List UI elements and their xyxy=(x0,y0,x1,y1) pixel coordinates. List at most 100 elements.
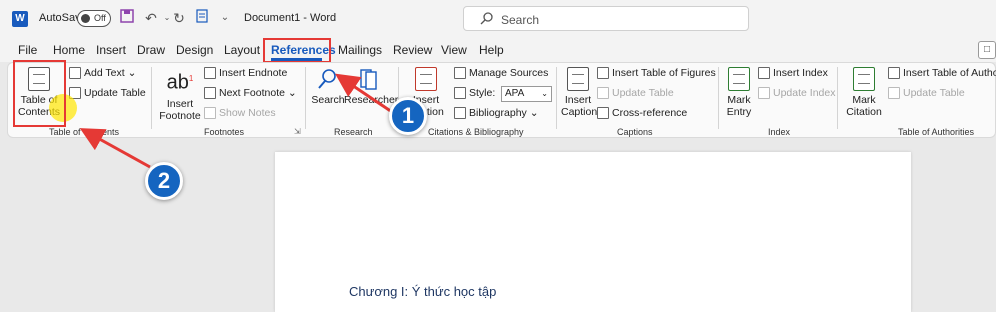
update-index-label: Update Index xyxy=(773,87,836,99)
insert-endnote-label: Insert Endnote xyxy=(219,67,288,79)
update-table-authorities-label: Update Table xyxy=(903,87,965,99)
style-label: Style: xyxy=(469,87,496,99)
insert-table-of-authorities-button[interactable]: Insert Table of Authoriti xyxy=(888,67,996,80)
separator xyxy=(837,67,838,129)
mark-citation-line2: Citation xyxy=(846,106,882,118)
update-table-figures-button[interactable]: Update Table xyxy=(597,87,674,100)
insert-index-label: Insert Index xyxy=(773,67,828,79)
tab-file[interactable]: File xyxy=(18,43,37,57)
researcher-icon xyxy=(344,67,392,91)
mark-entry-line2: Entry xyxy=(726,106,752,118)
table-of-figures-icon xyxy=(597,67,609,80)
tab-insert[interactable]: Insert xyxy=(96,43,126,57)
insert-table-of-figures-button[interactable]: Insert Table of Figures xyxy=(597,67,716,80)
group-label-footnotes: Footnotes xyxy=(204,127,245,137)
document-title: Document1 - Word xyxy=(244,12,337,24)
step-badge-1: 1 xyxy=(389,97,427,135)
tab-draw[interactable]: Draw xyxy=(137,43,165,57)
mark-citation-line1: Mark xyxy=(852,94,876,106)
quick-access-icon[interactable] xyxy=(193,9,211,27)
tab-home[interactable]: Home xyxy=(53,43,85,57)
word-logo-icon: W xyxy=(12,11,28,27)
style-label-wrap: Style: xyxy=(454,87,496,100)
separator xyxy=(556,67,557,129)
show-notes-button[interactable]: Show Notes xyxy=(204,107,276,120)
update-index-icon xyxy=(758,87,770,100)
search-placeholder: Search xyxy=(501,13,540,27)
group-label-research: Research xyxy=(334,127,373,137)
insert-footnote-line1: Insert xyxy=(166,97,194,110)
research-search-icon xyxy=(311,67,345,91)
tab-design[interactable]: Design xyxy=(176,43,213,57)
tab-review[interactable]: Review xyxy=(393,43,432,57)
mark-citation-button[interactable]: Mark Citation xyxy=(844,67,884,118)
cross-reference-icon xyxy=(597,107,609,120)
update-table-authorities-icon xyxy=(888,87,900,100)
group-label-citations: Citations & Bibliography xyxy=(428,127,524,137)
insert-endnote-button[interactable]: Insert Endnote xyxy=(204,67,288,80)
add-text-button[interactable]: Add Text ⌄ xyxy=(69,67,136,80)
next-footnote-icon xyxy=(204,87,216,100)
update-table-button[interactable]: Update Table xyxy=(69,87,146,100)
mark-citation-icon xyxy=(853,67,875,91)
document-heading[interactable]: Chương I: Ý thức học tập xyxy=(349,284,496,299)
insert-caption-button[interactable]: Insert Caption xyxy=(561,67,598,118)
customize-toolbar-icon[interactable]: ⌄ xyxy=(216,9,234,27)
save-icon[interactable] xyxy=(118,9,136,27)
update-table-authorities-button[interactable]: Update Table xyxy=(888,87,965,100)
insert-index-icon xyxy=(758,67,770,80)
autosave-toggle[interactable]: Off xyxy=(77,10,111,27)
researcher-button[interactable]: Researcher xyxy=(344,67,398,106)
manage-sources-label: Manage Sources xyxy=(469,67,549,79)
autosave-state: Off xyxy=(94,13,106,23)
update-table-label: Update Table xyxy=(84,87,146,99)
footnotes-dialog-launcher-icon[interactable]: ⇲ xyxy=(294,127,301,136)
search-box[interactable]: Search xyxy=(463,6,749,31)
cross-reference-label: Cross-reference xyxy=(612,107,688,119)
insert-caption-line2: Caption xyxy=(561,106,598,118)
next-footnote-button[interactable]: Next Footnote ⌄ xyxy=(204,87,297,100)
separator xyxy=(305,67,306,129)
mark-entry-button[interactable]: Mark Entry xyxy=(722,67,756,118)
style-icon xyxy=(454,87,466,100)
ribbon: Table of Contents Add Text ⌄ Update Tabl… xyxy=(7,62,996,138)
references-highlight-box xyxy=(263,38,331,63)
show-notes-label: Show Notes xyxy=(219,107,276,119)
bibliography-label: Bibliography xyxy=(469,107,527,119)
tab-mailings[interactable]: Mailings xyxy=(338,43,382,57)
title-bar: W AutoSave Off ↶ ⌄ ↻ ⌄ Document1 - Word … xyxy=(0,0,996,38)
search-button[interactable]: Search xyxy=(311,67,345,106)
insert-caption-line1: Insert xyxy=(564,94,592,106)
toc-highlight-box xyxy=(13,60,66,127)
manage-sources-button[interactable]: Manage Sources xyxy=(454,67,549,80)
search-label: Search xyxy=(311,94,345,106)
add-text-label: Add Text xyxy=(84,67,125,79)
add-text-icon xyxy=(69,67,81,80)
tab-help[interactable]: Help xyxy=(479,43,504,57)
group-label-index: Index xyxy=(768,127,791,137)
tab-view[interactable]: View xyxy=(441,43,467,57)
table-of-authorities-icon xyxy=(888,67,900,80)
tab-layout[interactable]: Layout xyxy=(224,43,260,57)
mark-entry-icon xyxy=(728,67,750,91)
show-notes-icon xyxy=(204,107,216,120)
bibliography-icon xyxy=(454,107,466,120)
citation-style-select[interactable]: APA ⌄ xyxy=(501,86,552,102)
cross-reference-button[interactable]: Cross-reference xyxy=(597,107,688,120)
insert-tof-label: Insert Table of Figures xyxy=(612,67,716,79)
bibliography-button[interactable]: Bibliography ⌄ xyxy=(454,107,539,120)
step-badge-2: 2 xyxy=(145,162,183,200)
search-icon xyxy=(480,11,494,28)
mark-entry-line1: Mark xyxy=(727,94,751,106)
citation-style-value: APA xyxy=(505,88,525,99)
separator xyxy=(718,67,719,129)
insert-footnote-line2: Footnote xyxy=(159,109,201,122)
group-label-authorities: Table of Authorities xyxy=(898,127,975,137)
insert-index-button[interactable]: Insert Index xyxy=(758,67,828,80)
update-table-figures-label: Update Table xyxy=(612,87,674,99)
next-footnote-label: Next Footnote xyxy=(219,87,285,99)
comments-icon[interactable]: □ xyxy=(978,41,996,59)
redo-icon[interactable]: ↻ xyxy=(170,9,188,27)
update-index-button[interactable]: Update Index xyxy=(758,87,836,100)
insert-footnote-button[interactable]: ab1 Insert Footnote xyxy=(158,67,202,122)
